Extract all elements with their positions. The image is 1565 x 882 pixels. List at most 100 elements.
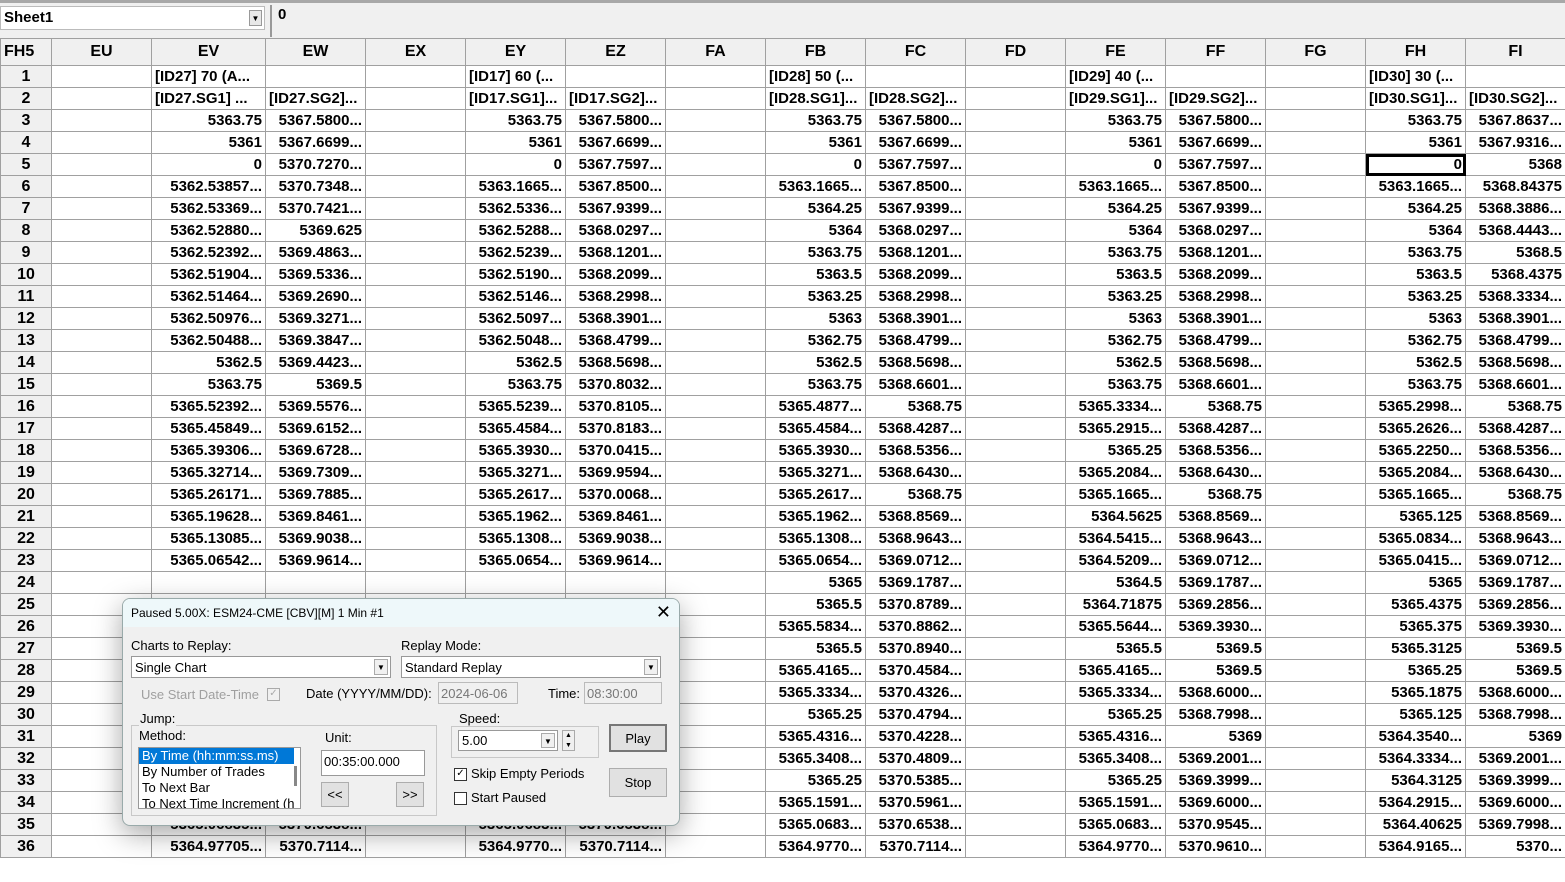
cell-eu19[interactable]	[51, 461, 152, 484]
row-header[interactable]: 26	[0, 615, 52, 638]
cell-ff17[interactable]: 5368.4287...	[1165, 417, 1266, 440]
cell-fe3[interactable]: 5363.75	[1065, 109, 1166, 132]
cell-fa19[interactable]	[665, 461, 766, 484]
cell-eu3[interactable]	[51, 109, 152, 132]
cell-ey2[interactable]: [ID17.SG1]...	[465, 87, 566, 110]
cell-fg13[interactable]	[1265, 329, 1366, 352]
cell-fe20[interactable]: 5365.1665...	[1065, 483, 1166, 506]
cell-fi20[interactable]: 5368.75	[1465, 483, 1565, 506]
row-header[interactable]: 7	[0, 197, 52, 220]
cell-fh9[interactable]: 5363.75	[1365, 241, 1466, 264]
method-option[interactable]: To Next Bar	[139, 780, 294, 796]
column-header-fi[interactable]: FI	[1465, 38, 1565, 66]
cell-ev12[interactable]: 5362.50976...	[151, 307, 266, 330]
column-header-ex[interactable]: EX	[365, 38, 466, 66]
cell-fg10[interactable]	[1265, 263, 1366, 286]
cell-fb26[interactable]: 5365.5834...	[765, 615, 866, 638]
cell-fc36[interactable]: 5370.7114...	[865, 835, 966, 858]
cell-fb34[interactable]: 5365.1591...	[765, 791, 866, 814]
row-header[interactable]: 27	[0, 637, 52, 660]
cell-fa14[interactable]	[665, 351, 766, 374]
cell-fc32[interactable]: 5370.4809...	[865, 747, 966, 770]
cell-fb12[interactable]: 5363	[765, 307, 866, 330]
cell-fc26[interactable]: 5370.8862...	[865, 615, 966, 638]
cell-fa32[interactable]	[665, 747, 766, 770]
cell-fg23[interactable]	[1265, 549, 1366, 572]
cell-eu7[interactable]	[51, 197, 152, 220]
cell-ew10[interactable]: 5369.5336...	[265, 263, 366, 286]
cell-fe23[interactable]: 5364.5209...	[1065, 549, 1166, 572]
cell-ey15[interactable]: 5363.75	[465, 373, 566, 396]
cell-fi25[interactable]: 5369.2856...	[1465, 593, 1565, 616]
row-header[interactable]: 8	[0, 219, 52, 242]
cell-fe4[interactable]: 5361	[1065, 131, 1166, 154]
cell-ff7[interactable]: 5367.9399...	[1165, 197, 1266, 220]
cell-fb24[interactable]: 5365	[765, 571, 866, 594]
cell-fi17[interactable]: 5368.4287...	[1465, 417, 1565, 440]
cell-ez12[interactable]: 5368.3901...	[565, 307, 666, 330]
cell-eu36[interactable]	[51, 835, 152, 858]
cell-ey1[interactable]: [ID17] 60 (...	[465, 65, 566, 88]
cell-ev6[interactable]: 5362.53857...	[151, 175, 266, 198]
cell-fa10[interactable]	[665, 263, 766, 286]
cell-fi16[interactable]: 5368.75	[1465, 395, 1565, 418]
cell-fe30[interactable]: 5365.25	[1065, 703, 1166, 726]
cell-fd22[interactable]	[965, 527, 1066, 550]
cell-fc17[interactable]: 5368.4287...	[865, 417, 966, 440]
cell-fe5[interactable]: 0	[1065, 153, 1166, 176]
cell-fh26[interactable]: 5365.375	[1365, 615, 1466, 638]
cell-fh16[interactable]: 5365.2998...	[1365, 395, 1466, 418]
scrollbar[interactable]	[294, 766, 297, 786]
cell-fh12[interactable]: 5363	[1365, 307, 1466, 330]
cell-ex17[interactable]	[365, 417, 466, 440]
cell-fa34[interactable]	[665, 791, 766, 814]
cell-ez18[interactable]: 5370.0415...	[565, 439, 666, 462]
cell-fa22[interactable]	[665, 527, 766, 550]
cell-fi9[interactable]: 5368.5	[1465, 241, 1565, 264]
cell-fa3[interactable]	[665, 109, 766, 132]
close-icon[interactable]: ✕	[656, 602, 671, 623]
cell-fb14[interactable]: 5362.5	[765, 351, 866, 374]
cell-fa7[interactable]	[665, 197, 766, 220]
row-header[interactable]: 9	[0, 241, 52, 264]
cell-fi33[interactable]: 5369.3999...	[1465, 769, 1565, 792]
cell-fe36[interactable]: 5364.9770...	[1065, 835, 1166, 858]
cell-fc11[interactable]: 5368.2998...	[865, 285, 966, 308]
cell-fh19[interactable]: 5365.2084...	[1365, 461, 1466, 484]
row-header[interactable]: 29	[0, 681, 52, 704]
cell-fc15[interactable]: 5368.6601...	[865, 373, 966, 396]
cell-fg2[interactable]	[1265, 87, 1366, 110]
cell-fa17[interactable]	[665, 417, 766, 440]
cell-fi35[interactable]: 5369.7998...	[1465, 813, 1565, 836]
cell-fc12[interactable]: 5368.3901...	[865, 307, 966, 330]
cell-fh20[interactable]: 5365.1665...	[1365, 483, 1466, 506]
cell-fd14[interactable]	[965, 351, 1066, 374]
cell-fc25[interactable]: 5370.8789...	[865, 593, 966, 616]
cell-fg31[interactable]	[1265, 725, 1366, 748]
cell-ew19[interactable]: 5369.7309...	[265, 461, 366, 484]
cell-fd18[interactable]	[965, 439, 1066, 462]
cell-ex18[interactable]	[365, 439, 466, 462]
cell-ex10[interactable]	[365, 263, 466, 286]
cell-ey24[interactable]	[465, 571, 566, 594]
cell-ez11[interactable]: 5368.2998...	[565, 285, 666, 308]
cell-fa13[interactable]	[665, 329, 766, 352]
cell-fc31[interactable]: 5370.4228...	[865, 725, 966, 748]
cell-ff21[interactable]: 5368.8569...	[1165, 505, 1266, 528]
cell-ez17[interactable]: 5370.8183...	[565, 417, 666, 440]
cell-ew1[interactable]	[265, 65, 366, 88]
cell-fi21[interactable]: 5368.8569...	[1465, 505, 1565, 528]
cell-fa4[interactable]	[665, 131, 766, 154]
cell-ff13[interactable]: 5368.4799...	[1165, 329, 1266, 352]
cell-eu17[interactable]	[51, 417, 152, 440]
cell-fh21[interactable]: 5365.125	[1365, 505, 1466, 528]
cell-ex2[interactable]	[365, 87, 466, 110]
cell-ff34[interactable]: 5369.6000...	[1165, 791, 1266, 814]
cell-fg33[interactable]	[1265, 769, 1366, 792]
cell-fb9[interactable]: 5363.75	[765, 241, 866, 264]
cell-ev8[interactable]: 5362.52880...	[151, 219, 266, 242]
cell-fc24[interactable]: 5369.1787...	[865, 571, 966, 594]
cell-fb27[interactable]: 5365.5	[765, 637, 866, 660]
cell-ez1[interactable]	[565, 65, 666, 88]
cell-fh25[interactable]: 5365.4375	[1365, 593, 1466, 616]
